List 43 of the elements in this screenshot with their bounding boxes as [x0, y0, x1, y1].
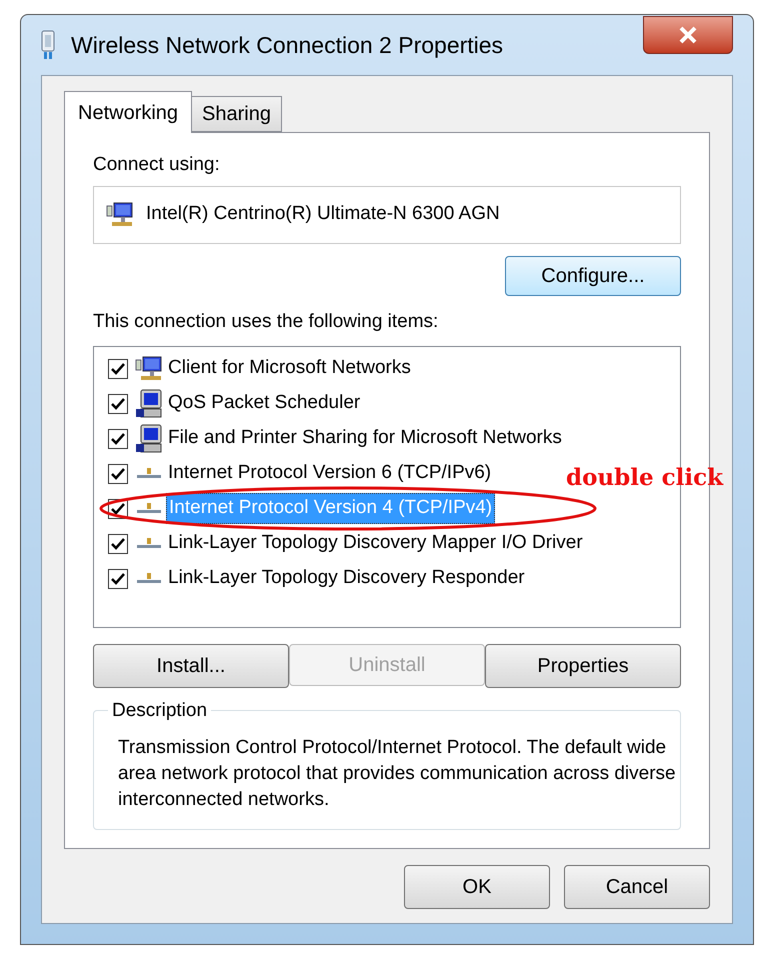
checkbox[interactable] — [108, 464, 128, 484]
items-label: This connection uses the following items: — [93, 310, 440, 334]
list-item[interactable]: Link-Layer Topology Discovery Responder — [166, 564, 527, 593]
checkbox[interactable] — [108, 534, 128, 554]
list-item[interactable]: Link-Layer Topology Discovery Mapper I/O Driver — [166, 529, 585, 558]
network-connector-icon — [135, 466, 163, 480]
list-item[interactable]: QoS Packet Scheduler — [166, 389, 362, 418]
annotation-text: double click — [566, 463, 724, 493]
dialog-button[interactable]: OK — [404, 865, 550, 909]
network-connector-icon — [135, 572, 163, 586]
action-button[interactable]: Properties — [485, 644, 681, 688]
list-item[interactable]: File and Printer Sharing for Microsoft Networks — [166, 424, 564, 453]
network-computer-icon — [106, 202, 134, 228]
close-button[interactable] — [643, 16, 733, 54]
dialog-button[interactable]: Cancel — [564, 865, 710, 909]
description-text: Transmission Control Protocol/Internet Protocol. The default wide area network protocol that provides communication across diverse interconnected networks. — [118, 736, 677, 812]
checkbox[interactable] — [108, 394, 128, 414]
check-icon — [111, 538, 125, 550]
computer-icon — [135, 424, 163, 454]
list-item[interactable]: Internet Protocol Version 6 (TCP/IPv6) — [166, 459, 494, 488]
checkbox[interactable] — [108, 568, 128, 588]
network-connector-icon — [135, 536, 163, 550]
check-icon — [111, 398, 125, 410]
tab[interactable]: Sharing — [192, 96, 282, 132]
computer-icon — [135, 388, 163, 418]
checkbox[interactable] — [108, 358, 128, 378]
check-icon — [111, 572, 125, 584]
check-icon — [111, 502, 125, 514]
connect-using-label: Connect using: — [93, 153, 221, 177]
check-icon — [111, 468, 125, 480]
checkbox[interactable] — [108, 428, 128, 448]
list-item[interactable]: Client for Microsoft Networks — [166, 354, 413, 383]
network-adapter-icon — [39, 30, 57, 60]
network-connector-icon — [135, 502, 163, 516]
action-button[interactable]: Install... — [93, 644, 289, 688]
close-icon — [678, 26, 698, 44]
network-computer-icon — [135, 356, 163, 382]
configure-button[interactable]: Configure... — [505, 256, 681, 296]
check-icon — [111, 432, 125, 444]
window-title: Wireless Network Connection 2 Properties — [71, 30, 504, 60]
adapter-field: Intel(R) Centrino(R) Ultimate-N 6300 AGN — [93, 186, 681, 244]
check-icon — [111, 362, 125, 374]
tab[interactable]: Networking — [64, 91, 192, 133]
